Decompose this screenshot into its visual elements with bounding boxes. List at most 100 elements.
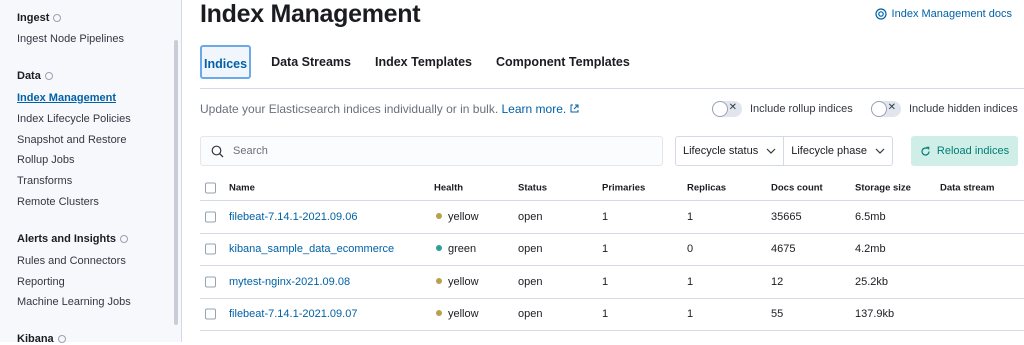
storage-size-cell: 137.9kb [855,308,895,321]
toggle-include-hidden[interactable]: ✕ Include hidden indices [871,101,1018,117]
section-title-data: Data [17,70,53,82]
filter-lifecycle-phase[interactable]: Lifecycle phase [783,137,892,165]
sidebar-item-transforms[interactable]: Transforms [17,175,72,187]
cross-icon: ✕ [728,102,737,113]
column-header-data-stream[interactable]: Data stream [940,183,994,194]
health-cell: yellow [436,211,479,223]
sidebar-item-index-management[interactable]: Index Management [17,92,116,104]
sidebar-item-machine-learning-jobs[interactable]: Machine Learning Jobs [17,296,131,308]
docs-count-cell: 12 [771,275,784,288]
sidebar-item-rollup-jobs[interactable]: Rollup Jobs [17,154,74,166]
storage-size-cell: 6.5mb [855,210,886,223]
docs-count-cell: 35665 [771,210,802,223]
primaries-cell: 1 [602,243,609,256]
storage-size-cell: 4.2mb [855,243,886,256]
health-dot-icon [436,212,442,219]
column-header-docs-count[interactable]: Docs count [771,183,823,194]
rollup-label: Include rollup indices [750,103,853,115]
hidden-label: Include hidden indices [909,103,1018,115]
row-checkbox[interactable] [205,243,216,255]
health-dot-icon [436,245,442,252]
docs-count-cell: 55 [771,308,784,321]
reload-label: Reload indices [936,145,1010,157]
column-header-primaries[interactable]: Primaries [602,183,645,194]
section-title-ingest: Ingest [17,12,62,24]
chevron-down-icon [766,148,776,154]
index-name-link[interactable]: filebeat-7.14.1-2021.09.06 [229,211,357,223]
cross-icon: ✕ [887,102,896,113]
hidden-switch[interactable]: ✕ [871,101,901,117]
column-header-health[interactable]: Health [434,183,463,194]
status-cell: open [518,210,543,223]
tab-component-templates[interactable]: Component Templates [484,45,642,79]
sidebar-scrollbar[interactable] [174,40,178,325]
table-row: mytest-nginx-2021.09.08 yellow open 1 1 … [200,266,1024,299]
filter-lifecycle-status[interactable]: Lifecycle status [676,137,783,165]
replicas-cell: 1 [687,308,694,321]
rollup-switch[interactable]: ✕ [712,101,742,117]
search-input[interactable]: Search [200,136,663,166]
column-header-name[interactable]: Name [229,183,255,194]
status-cell: open [518,275,543,288]
tab-data-streams[interactable]: Data Streams [259,45,363,79]
reload-indices-button[interactable]: Reload indices [911,136,1018,166]
sidebar-item-rules-and-connectors[interactable]: Rules and Connectors [17,255,126,267]
sidebar-item-snapshot-and-restore[interactable]: Snapshot and Restore [17,134,126,146]
sidebar-item-index-lifecycle-policies[interactable]: Index Lifecycle Policies [17,113,131,125]
description-text: Update your Elasticsearch indices indivi… [200,102,499,116]
table-row: filebeat-7.14.1-2021.09.06 yellow open 1… [200,201,1024,234]
storage-size-cell: 25.2kb [855,275,889,288]
health-cell: yellow [436,308,479,320]
filter-group: Lifecycle status Lifecycle phase [675,136,894,166]
docs-icon [874,8,887,20]
health-dot-icon [436,277,442,284]
description: Update your Elasticsearch indices indivi… [200,102,579,116]
health-cell: green [436,243,476,255]
section-title-kibana: Kibana [17,333,66,345]
column-header-status[interactable]: Status [518,183,547,194]
row-checkbox[interactable] [205,276,216,288]
tab-divider [200,88,1024,89]
status-cell: open [518,308,543,321]
table-row: kibana_sample_data_ecommerce green open … [200,234,1024,266]
table-header: Name Health Status Primaries Replicas Do… [200,176,1024,201]
primaries-cell: 1 [602,308,609,321]
replicas-cell: 0 [687,243,694,256]
sidebar-nav: Ingest Ingest Node Pipelines Data Index … [0,0,182,345]
info-icon [53,14,62,22]
tab-index-templates[interactable]: Index Templates [363,45,484,79]
toggle-include-rollup[interactable]: ✕ Include rollup indices [712,101,853,117]
refresh-icon [921,146,930,156]
main-content: Index Management Index Management docs I… [183,0,1024,342]
column-header-storage-size[interactable]: Storage size [855,183,911,194]
search-placeholder: Search [233,145,268,157]
select-all-checkbox[interactable] [205,182,216,194]
row-checkbox[interactable] [205,211,216,223]
tab-bar: Indices Data Streams Index Templates Com… [200,45,642,79]
status-cell: open [518,243,543,256]
external-link-icon [570,104,579,113]
table-row: filebeat-7.14.1-2021.09.07 yellow open 1… [200,299,1024,331]
indices-table: Name Health Status Primaries Replicas Do… [200,176,1024,331]
search-icon [211,145,224,157]
sidebar-item-ingest-node-pipelines[interactable]: Ingest Node Pipelines [17,33,124,45]
page-title: Index Management [200,0,421,28]
chevron-down-icon [875,148,885,154]
docs-link[interactable]: Index Management docs [874,8,1012,20]
index-name-link[interactable]: filebeat-7.14.1-2021.09.07 [229,308,357,320]
index-name-link[interactable]: kibana_sample_data_ecommerce [229,243,394,255]
sidebar-item-reporting[interactable]: Reporting [17,276,65,288]
primaries-cell: 1 [602,210,609,223]
learn-more-link[interactable]: Learn more. [502,102,579,116]
row-checkbox[interactable] [205,308,216,320]
info-icon [120,235,129,243]
index-name-link[interactable]: mytest-nginx-2021.09.08 [229,276,350,288]
column-header-replicas[interactable]: Replicas [687,183,726,194]
section-title-alerts-and-insights: Alerts and Insights [17,233,129,245]
sidebar-item-remote-clusters[interactable]: Remote Clusters [17,196,99,208]
info-icon [44,72,53,80]
primaries-cell: 1 [602,275,609,288]
health-dot-icon [436,310,442,317]
docs-count-cell: 4675 [771,243,796,256]
tab-indices[interactable]: Indices [200,45,252,79]
